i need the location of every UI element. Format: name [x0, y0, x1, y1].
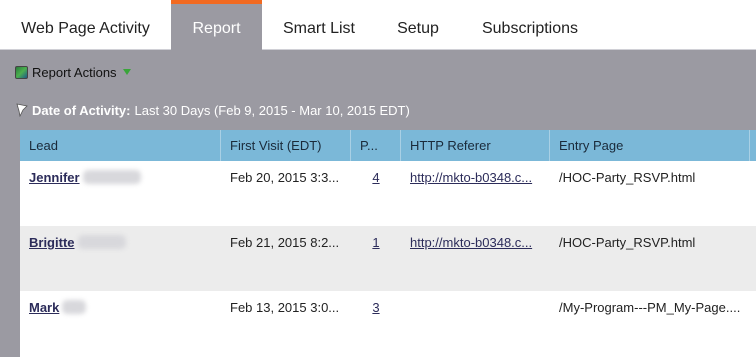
pages-cell: 4 [351, 161, 401, 226]
column-header-http-referer[interactable]: HTTP Referer [401, 130, 550, 161]
tab-smart-list[interactable]: Smart List [262, 0, 376, 50]
lead-cell: Brigitte [20, 226, 221, 291]
table-row: Jennifer Feb 20, 2015 3:3... 4 http://mk… [20, 161, 756, 226]
filter-value: Last 30 Days (Feb 9, 2015 - Mar 10, 2015… [134, 102, 410, 118]
first-visit-cell: Feb 13, 2015 3:0... [230, 300, 340, 315]
filter-summary[interactable]: Date of Activity: Last 30 Days (Feb 9, 2… [16, 102, 410, 118]
report-grid: Lead First Visit (EDT) P... HTTP Referer… [20, 130, 756, 357]
redacted-surname [62, 300, 87, 314]
entry-page-cell: /HOC-Party_RSVP.html [559, 170, 696, 185]
report-actions-button[interactable]: Report Actions [15, 63, 131, 81]
referer-cell: http://mkto-b0348.c... [401, 161, 550, 226]
pages-link[interactable]: 4 [360, 170, 401, 185]
tab-report[interactable]: Report [171, 0, 262, 50]
pages-cell: 3 [351, 291, 401, 356]
referer-link[interactable]: http://mkto-b0348.c... [410, 235, 532, 250]
first-visit-cell: Feb 21, 2015 8:2... [230, 235, 340, 250]
table-row: Brigitte Feb 21, 2015 8:2... 1 http://mk… [20, 226, 756, 291]
report-actions-label: Report Actions [32, 64, 117, 80]
column-header-first-visit[interactable]: First Visit (EDT) [221, 130, 351, 161]
redacted-surname [77, 235, 126, 249]
caret-down-icon [122, 69, 131, 75]
table-row: Mark Feb 13, 2015 3:0... 3 /My-Program--… [20, 291, 756, 356]
entry-page-cell: /My-Program---PM_My-Page.... [559, 300, 741, 315]
first-visit-cell: Feb 20, 2015 3:3... [230, 170, 340, 185]
column-header-lead[interactable]: Lead [20, 130, 221, 161]
referer-cell: http://mkto-b0348.c... [401, 226, 550, 291]
pages-link[interactable]: 3 [360, 300, 401, 315]
entry-page-cell: /HOC-Party_RSVP.html [559, 235, 696, 250]
filter-label: Date of Activity: [32, 102, 131, 118]
redacted-surname [82, 170, 141, 184]
column-header-entry-page[interactable]: Entry Page [550, 130, 750, 161]
pages-cell: 1 [351, 226, 401, 291]
referer-link[interactable]: http://mkto-b0348.c... [410, 170, 532, 185]
lead-link[interactable]: Brigitte [29, 235, 75, 250]
pages-link[interactable]: 1 [360, 235, 401, 250]
grid-header: Lead First Visit (EDT) P... HTTP Referer… [20, 130, 756, 161]
lead-cell: Jennifer [20, 161, 221, 226]
lead-cell: Mark [20, 291, 221, 356]
tab-bar: Web Page Activity Report Smart List Setu… [0, 0, 756, 50]
filter-icon [16, 103, 28, 117]
report-icon [15, 65, 28, 79]
tab-web-page-activity[interactable]: Web Page Activity [0, 0, 171, 50]
referer-cell [401, 291, 550, 356]
tab-setup[interactable]: Setup [376, 0, 460, 50]
tab-subscriptions[interactable]: Subscriptions [460, 0, 600, 50]
toolbar: Report Actions [0, 50, 756, 94]
column-header-pages[interactable]: P... [351, 130, 401, 161]
lead-link[interactable]: Mark [29, 300, 59, 315]
lead-link[interactable]: Jennifer [29, 170, 80, 185]
